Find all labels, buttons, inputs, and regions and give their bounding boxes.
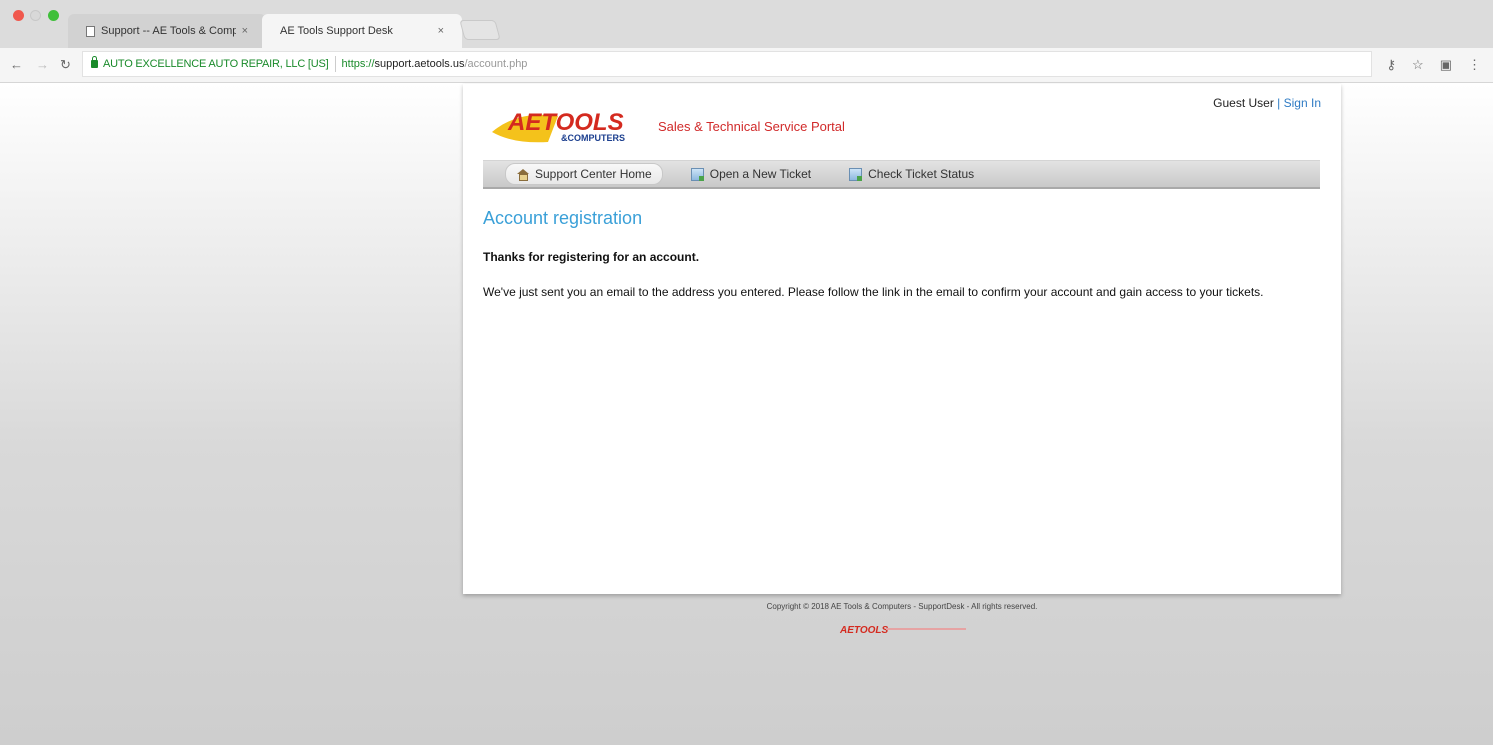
document-icon xyxy=(86,25,95,37)
page-title: Account registration xyxy=(483,208,643,228)
footer-copyright: Copyright © 2018 AE Tools & Computers - … xyxy=(766,602,1038,611)
aetools-logo[interactable]: AETOOLS &COMPUTERS xyxy=(488,102,668,146)
browser-tab-support[interactable]: Support -- AE Tools & Compu × xyxy=(68,14,266,48)
ticket-status-icon xyxy=(849,167,863,181)
browser-tabstrip: Support -- AE Tools & Compu × AE Tools S… xyxy=(0,0,1493,48)
maximize-window-button[interactable] xyxy=(48,10,59,21)
close-window-button[interactable] xyxy=(13,10,24,21)
lock-icon xyxy=(91,56,98,68)
nav-support-center-home[interactable]: Support Center Home xyxy=(505,163,663,185)
browser-tab-support-desk[interactable]: AE Tools Support Desk × xyxy=(262,14,462,48)
nav-label: Check Ticket Status xyxy=(868,167,975,181)
main-navigation: Support Center Home Open a New Ticket Ch… xyxy=(483,160,1320,189)
logo-text: AETOOLS xyxy=(507,109,624,136)
guest-user-label: Guest User xyxy=(1213,96,1274,110)
sign-in-link[interactable]: Sign In xyxy=(1284,96,1321,110)
url-scheme: https:// xyxy=(341,58,375,70)
nav-label: Support Center Home xyxy=(535,167,652,181)
star-icon[interactable]: ☆ xyxy=(1412,57,1424,73)
user-bar-divider: | xyxy=(1277,96,1281,110)
reload-icon[interactable]: ↻ xyxy=(60,57,71,73)
registration-instructions: We've just sent you an email to the addr… xyxy=(483,285,1264,299)
tab-close-icon[interactable]: × xyxy=(438,25,444,37)
logo-subtext: &COMPUTERS xyxy=(561,133,625,143)
registration-confirmation: Thanks for registering for an account. xyxy=(483,250,700,264)
support-container: AETOOLS &COMPUTERS Sales & Technical Ser… xyxy=(463,84,1341,594)
home-icon xyxy=(516,168,529,181)
address-divider xyxy=(334,56,336,72)
tab-title: AE Tools Support Desk xyxy=(280,25,393,37)
back-arrow-icon[interactable]: ← xyxy=(10,57,23,72)
footer-logo[interactable]: AETOOLS xyxy=(838,622,978,636)
nav-open-new-ticket[interactable]: Open a New Ticket xyxy=(681,163,821,185)
new-ticket-icon xyxy=(690,167,704,181)
minimize-window-button[interactable] xyxy=(30,10,41,21)
toolbar-icons: ⚷ ☆ ▣ ⋮ xyxy=(1387,57,1481,73)
portal-tagline: Sales & Technical Service Portal xyxy=(658,119,845,134)
cast-icon[interactable]: ▣ xyxy=(1440,57,1452,73)
tab-title: Support -- AE Tools & Compu xyxy=(101,25,236,37)
new-tab-button[interactable] xyxy=(459,20,501,40)
tab-close-icon[interactable]: × xyxy=(242,25,248,37)
nav-check-ticket-status[interactable]: Check Ticket Status xyxy=(839,163,984,185)
user-bar: Guest User | Sign In xyxy=(1213,96,1321,110)
address-bar[interactable]: AUTO EXCELLENCE AUTO REPAIR, LLC [US] ht… xyxy=(82,51,1372,77)
forward-arrow-icon[interactable]: → xyxy=(36,57,49,72)
menu-icon[interactable]: ⋮ xyxy=(1468,57,1481,73)
nav-label: Open a New Ticket xyxy=(709,167,812,181)
url-path: /account.php xyxy=(464,58,528,70)
page-viewport: AETOOLS &COMPUTERS Sales & Technical Ser… xyxy=(0,84,1493,745)
url-host: support.aetools.us xyxy=(374,58,465,70)
key-icon[interactable]: ⚷ xyxy=(1387,57,1397,73)
ev-certificate-name[interactable]: AUTO EXCELLENCE AUTO REPAIR, LLC [US] xyxy=(103,58,329,70)
svg-text:AETOOLS: AETOOLS xyxy=(839,625,888,636)
browser-toolbar: ← → ↻ AUTO EXCELLENCE AUTO REPAIR, LLC [… xyxy=(0,48,1493,83)
